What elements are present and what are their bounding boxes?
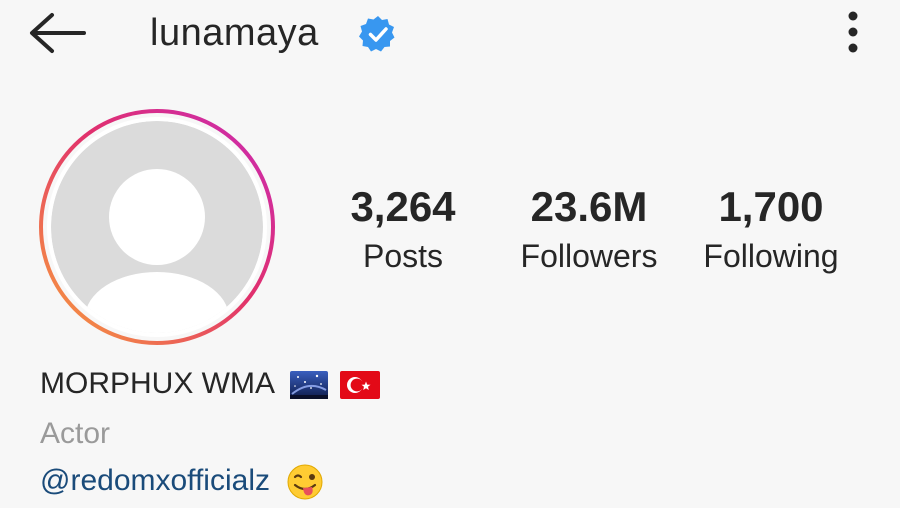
display-name-text: MORPHUX WMA	[40, 367, 274, 400]
posts-count: 3,264	[350, 183, 456, 230]
back-button[interactable]	[24, 10, 94, 56]
night-sky-flag-icon	[289, 370, 328, 400]
turkey-flag-icon	[340, 370, 381, 400]
profile-category: Actor	[40, 417, 111, 450]
followers-count-stat[interactable]: 23.6M Followers	[508, 182, 670, 276]
followers-count: 23.6M	[530, 183, 648, 230]
profile-display-name: MORPHUX WMA	[40, 364, 381, 404]
default-avatar-icon	[51, 121, 263, 333]
winking-tongue-face-icon	[286, 463, 324, 501]
arrow-left-icon	[30, 13, 86, 53]
posts-count-stat[interactable]: 3,264 Posts	[330, 182, 476, 276]
profile-avatar[interactable]	[38, 108, 276, 346]
following-count: 1,700	[718, 183, 824, 230]
posts-label: Posts	[362, 238, 444, 274]
followers-label: Followers	[520, 238, 658, 274]
bio-mention-line: @redomxofficialz	[40, 460, 324, 502]
verified-badge-icon	[358, 14, 398, 54]
following-label: Following	[703, 238, 839, 274]
more-vertical-icon	[848, 11, 858, 53]
options-menu-button[interactable]	[838, 8, 868, 56]
following-count-stat[interactable]: 1,700 Following	[690, 182, 852, 276]
bio-mention-link[interactable]: @redomxofficialz	[40, 464, 270, 497]
profile-username: lunamaya	[150, 12, 319, 54]
